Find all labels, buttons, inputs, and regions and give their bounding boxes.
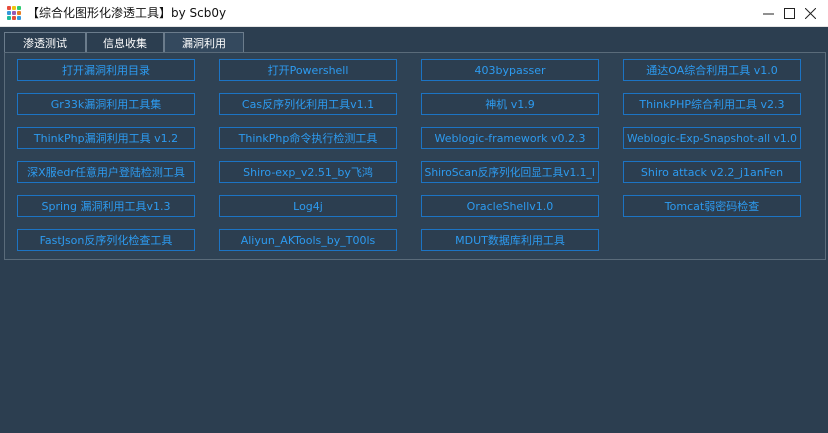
thinkphp-combo-button[interactable]: ThinkPHP综合利用工具 v2.3 [623, 93, 801, 115]
tab-label: 渗透测试 [23, 36, 67, 50]
oracle-shell-button[interactable]: OracleShellv1.0 [421, 195, 599, 217]
spring-exploit-button[interactable]: Spring 漏洞利用工具v1.3 [17, 195, 195, 217]
close-button[interactable] [790, 0, 828, 26]
mdut-database-button[interactable]: MDUT数据库利用工具 [421, 229, 599, 251]
shiroscan-button[interactable]: ShiroScan反序列化回显工具v1.1_l [421, 161, 599, 183]
aliyun-aktools-button[interactable]: Aliyun_AKTools_by_T00ls [219, 229, 397, 251]
tomcat-weak-password-button[interactable]: Tomcat弱密码检查 [623, 195, 801, 217]
tab-label: 信息收集 [103, 36, 147, 50]
weblogic-exp-snapshot-button[interactable]: Weblogic-Exp-Snapshot-all v1.0 [623, 127, 801, 149]
tab-pentest[interactable]: 渗透测试 [4, 32, 86, 52]
tab-label: 漏洞利用 [182, 37, 226, 50]
title-bar[interactable]: 【综合化图形化渗透工具】by Scb0y [0, 0, 828, 27]
tongda-oa-tool-button[interactable]: 通达OA综合利用工具 v1.0 [623, 59, 801, 81]
tab-exploit[interactable]: 漏洞利用 [164, 32, 244, 53]
open-exploit-dir-button[interactable]: 打开漏洞利用目录 [17, 59, 195, 81]
open-powershell-button[interactable]: 打开Powershell [219, 59, 397, 81]
shiro-attack-button[interactable]: Shiro attack v2.2_j1anFen [623, 161, 801, 183]
close-icon [804, 7, 816, 19]
app-logo-icon [7, 6, 21, 20]
fastjson-check-button[interactable]: FastJson反序列化检查工具 [17, 229, 195, 251]
shenji-button[interactable]: 神机 v1.9 [421, 93, 599, 115]
weblogic-framework-button[interactable]: Weblogic-framework v0.2.3 [421, 127, 599, 149]
window-title: 【综合化图形化渗透工具】by Scb0y [27, 6, 227, 20]
thinkphp-rce-check-button[interactable]: ThinkPhp命令执行检测工具 [219, 127, 397, 149]
cas-deserialization-button[interactable]: Cas反序列化利用工具v1.1 [219, 93, 397, 115]
403bypasser-button[interactable]: 403bypasser [421, 59, 599, 81]
edr-login-check-button[interactable]: 深X服edr任意用户登陆检测工具 [17, 161, 195, 183]
tools-panel: 打开漏洞利用目录 打开Powershell 403bypasser 通达OA综合… [4, 52, 826, 260]
log4j-button[interactable]: Log4j [219, 195, 397, 217]
tab-info-gathering[interactable]: 信息收集 [86, 32, 164, 52]
app-window: 【综合化图形化渗透工具】by Scb0y 渗透测试 信息收集 漏洞利用 打开漏洞… [0, 0, 828, 433]
shiro-exp-button[interactable]: Shiro-exp_v2.51_by飞鸿 [219, 161, 397, 183]
thinkphp-exploit-button[interactable]: ThinkPhp漏洞利用工具 v1.2 [17, 127, 195, 149]
gr33k-tool-button[interactable]: Gr33k漏洞利用工具集 [17, 93, 195, 115]
